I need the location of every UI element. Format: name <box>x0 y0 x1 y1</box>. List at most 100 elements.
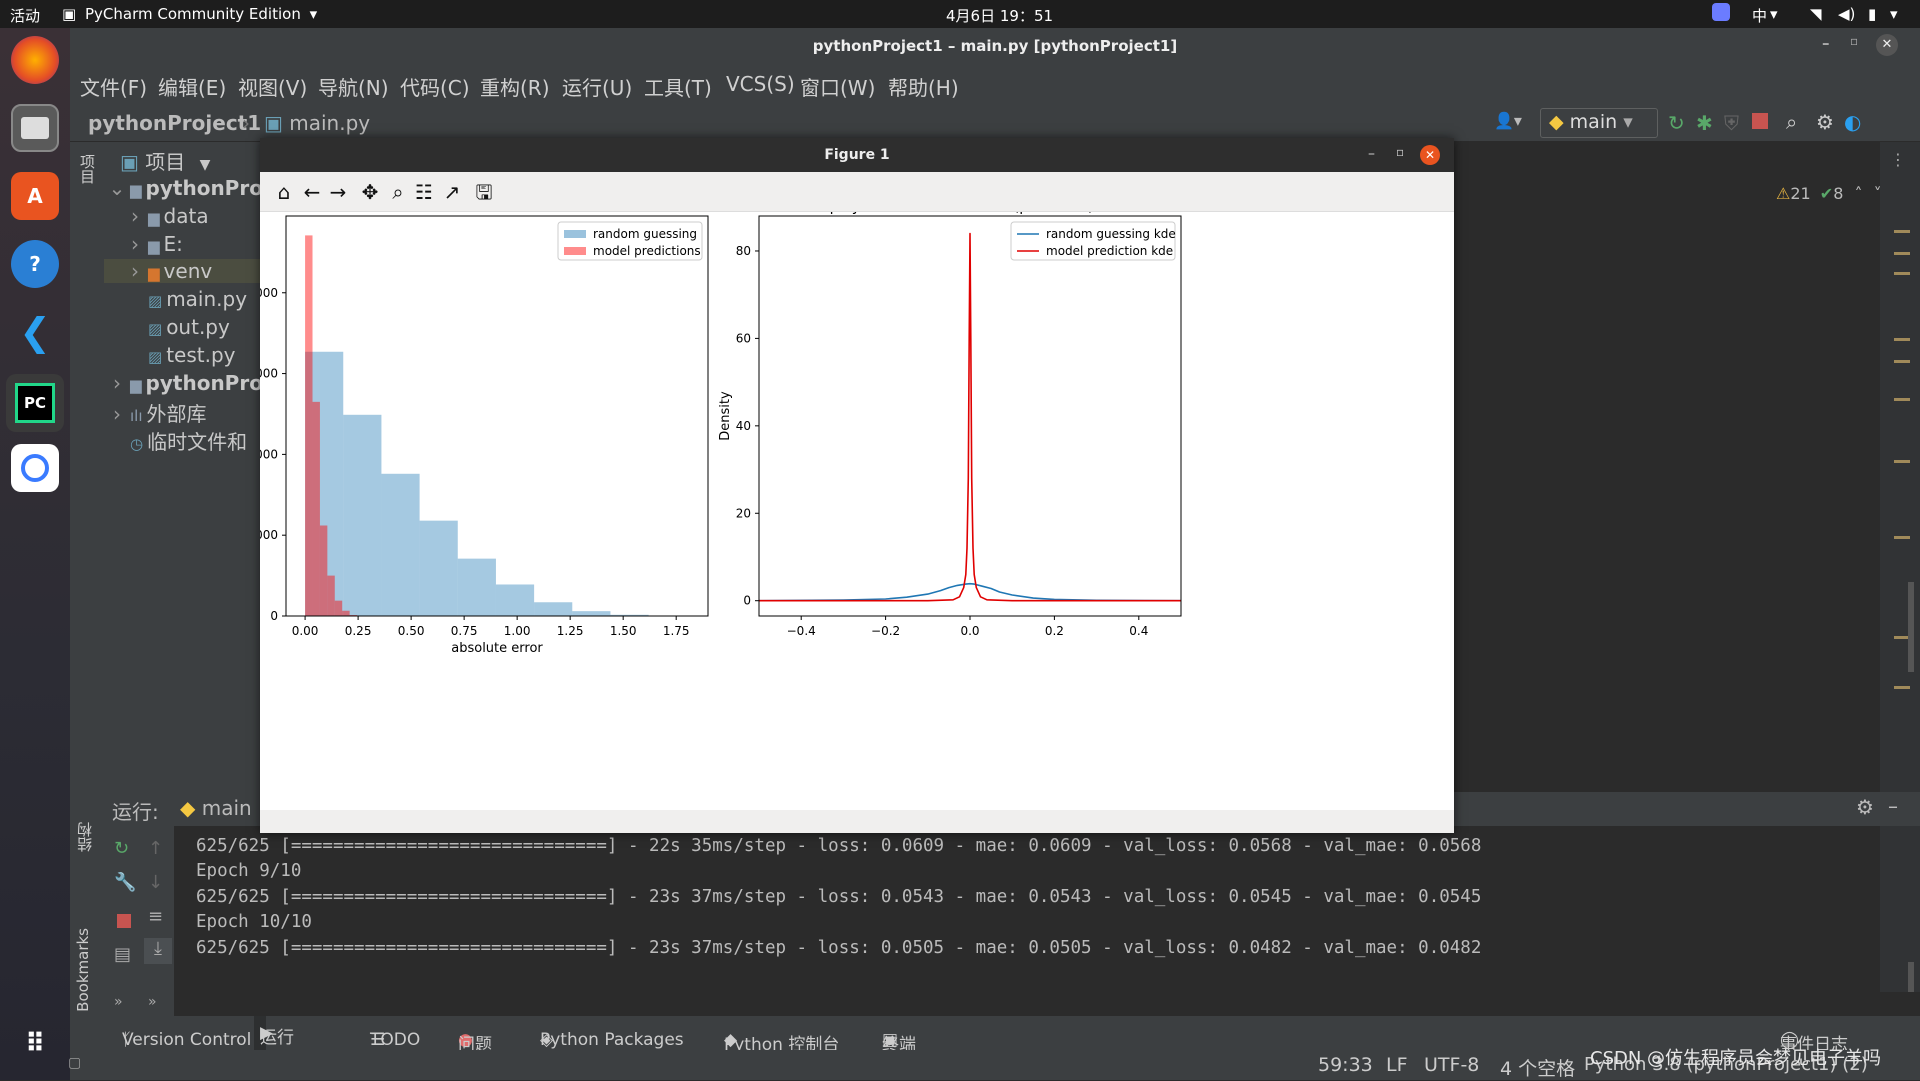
input-method[interactable]: 中 <box>1752 5 1767 26</box>
chevron-right-icon[interactable]: › <box>122 232 148 256</box>
activities-button[interactable]: 活动 <box>10 5 40 26</box>
battery-icon[interactable]: ▮ <box>1868 5 1876 23</box>
menu-window[interactable]: 窗口(W) <box>800 72 875 101</box>
menu-refactor[interactable]: 重构(R) <box>480 72 550 101</box>
menu-code[interactable]: 代码(C) <box>400 72 470 101</box>
updates-icon[interactable]: ◐ <box>1844 110 1861 134</box>
structure-tool-tab[interactable]: 结构 <box>74 822 98 852</box>
tree-item[interactable]: › ılı 外部库 <box>104 398 207 427</box>
console-scrollbar-thumb[interactable] <box>1908 962 1914 992</box>
tree-item[interactable]: ▨ out.py <box>122 315 230 339</box>
stop-icon[interactable] <box>1752 113 1768 129</box>
indent-setting[interactable]: 4 个空格 <box>1500 1054 1575 1081</box>
pycharm-icon[interactable]: PC <box>6 374 64 432</box>
chevron-down-icon[interactable]: ⌄ <box>104 176 130 200</box>
more-icon[interactable]: » <box>114 994 123 1010</box>
tree-item[interactable]: ◷ 临时文件和 <box>104 426 247 455</box>
chevron-up-icon[interactable]: ˄ <box>1854 184 1862 203</box>
maximize-icon[interactable]: ▫ <box>1850 34 1858 48</box>
menu-navigate[interactable]: 导航(N) <box>318 72 389 101</box>
settings-gear-icon[interactable]: ⚙ <box>1816 110 1834 134</box>
tree-item[interactable]: › ▆ E: <box>122 232 183 256</box>
zoom-icon[interactable]: ⌕ <box>386 180 410 204</box>
more-icon[interactable]: » <box>148 994 157 1010</box>
menu-file[interactable]: 文件(F) <box>80 72 147 101</box>
more-options-icon[interactable]: ⋮ <box>1890 150 1906 169</box>
chevron-right-icon[interactable]: › <box>104 371 130 395</box>
run-console[interactable]: 625/625 [==============================]… <box>174 826 1880 1016</box>
chevron-right-icon[interactable]: › <box>104 402 130 426</box>
settings-gear-icon[interactable]: ⚙ <box>1856 795 1874 819</box>
tool-windows-toggle-icon[interactable]: ▢ <box>68 1055 81 1071</box>
menu-help[interactable]: 帮助(H) <box>888 72 959 101</box>
pan-icon[interactable]: ✥ <box>358 180 382 204</box>
search-icon[interactable]: ⌕ <box>1786 110 1797 134</box>
files-icon[interactable] <box>11 104 59 152</box>
arrow-down-icon[interactable]: ↓ <box>148 872 163 893</box>
minimize-icon[interactable]: – <box>1368 146 1375 162</box>
back-arrow-icon[interactable]: ← <box>300 180 324 204</box>
rerun-icon[interactable]: ↻ <box>114 838 129 859</box>
arrow-up-icon[interactable]: ↑ <box>148 838 163 859</box>
debug-icon[interactable]: ✱ <box>1696 111 1713 135</box>
tree-item[interactable]: › ▆ pythonPro <box>104 371 260 395</box>
stop-icon[interactable] <box>117 914 131 928</box>
app-menu[interactable]: ▣ PyCharm Community Edition ▾ <box>62 5 317 23</box>
scrollbar-thumb[interactable] <box>1908 582 1914 672</box>
baidu-netdisk-icon[interactable] <box>11 444 59 492</box>
tree-item[interactable]: › ▆ data <box>122 204 209 228</box>
coverage-icon[interactable]: ⛨ <box>1724 111 1739 135</box>
caret-position[interactable]: 59:33 <box>1318 1054 1373 1076</box>
forward-arrow-icon[interactable]: → <box>326 180 350 204</box>
layout-icon[interactable]: ▤ <box>114 944 131 965</box>
soft-wrap-icon[interactable]: ≡ <box>148 906 163 927</box>
show-apps-icon[interactable]: ⠿ <box>11 1020 59 1068</box>
run-config-select[interactable]: ◆ main ▾ <box>1540 108 1658 138</box>
chevron-right-icon[interactable]: › <box>122 259 148 283</box>
home-icon[interactable]: ⌂ <box>272 180 296 204</box>
help-icon[interactable]: ? <box>11 240 59 288</box>
minimize-icon[interactable]: – <box>1822 34 1830 52</box>
bookmarks-tool-tab[interactable]: Bookmarks <box>74 928 98 1012</box>
vscode-icon[interactable]: ❮ <box>11 308 59 356</box>
software-center-icon[interactable]: A <box>11 172 59 220</box>
rerun-icon[interactable]: ↻ <box>1668 111 1685 135</box>
tree-item[interactable]: › ▆ venv <box>104 259 260 284</box>
x-tick-label: −0.2 <box>871 624 900 638</box>
breadcrumb-project[interactable]: pythonProject1 <box>88 111 261 135</box>
menu-view[interactable]: 视图(V) <box>238 72 307 101</box>
firefox-icon[interactable] <box>11 36 59 84</box>
breadcrumb-file[interactable]: ▣ main.py <box>264 111 370 135</box>
inspection-widget[interactable]: ⚠21 ✔8 ˄ ˅ <box>1776 184 1882 203</box>
wrench-icon[interactable]: 🔧 <box>114 872 136 893</box>
menu-tools[interactable]: 工具(T) <box>644 72 712 101</box>
figure-canvas[interactable]: Histogram of absolute errors 0.000.250.5… <box>260 212 1454 810</box>
menu-edit[interactable]: 编辑(E) <box>158 72 226 101</box>
close-icon[interactable]: ✕ <box>1876 34 1898 56</box>
clock[interactable]: 4月6日 19：51 <box>946 5 1053 26</box>
project-panel-header[interactable]: ▣ 项目 ▼ <box>120 146 210 175</box>
configure-subplots-icon[interactable]: ☷ <box>412 180 436 204</box>
line-separator[interactable]: LF <box>1386 1054 1408 1076</box>
tree-item[interactable]: ⌄ ▆ pythonPro <box>104 176 260 200</box>
tray-app-icon[interactable] <box>1712 3 1730 21</box>
menu-run[interactable]: 运行(U) <box>562 72 632 101</box>
maximize-icon[interactable]: ▫ <box>1396 145 1404 159</box>
run-tab-main[interactable]: ◆ main <box>180 796 252 820</box>
volume-icon[interactable]: ◀) <box>1838 5 1855 23</box>
tree-item[interactable]: ▨ main.py <box>122 287 247 311</box>
editor-scroll-gutter[interactable]: ⋮ <box>1880 142 1920 992</box>
edit-axes-icon[interactable]: ↗ <box>440 180 464 204</box>
menu-vcs[interactable]: VCS(S) <box>726 72 795 96</box>
scroll-to-end-icon[interactable]: ⤓ <box>144 938 172 964</box>
tool-run[interactable]: ▶ 运行 <box>254 1016 294 1050</box>
project-tool-tab[interactable]: 项目 <box>74 154 98 184</box>
save-icon[interactable]: 🖫 <box>472 180 496 204</box>
tree-item[interactable]: ▨ test.py <box>122 343 235 367</box>
close-icon[interactable]: ✕ <box>1420 145 1440 165</box>
user-icon[interactable]: 👤▾ <box>1494 111 1522 130</box>
wifi-icon[interactable]: ◥ <box>1810 5 1822 23</box>
chevron-right-icon[interactable]: › <box>122 204 148 228</box>
hide-panel-icon[interactable]: – <box>1888 794 1898 818</box>
file-encoding[interactable]: UTF-8 <box>1424 1054 1479 1076</box>
